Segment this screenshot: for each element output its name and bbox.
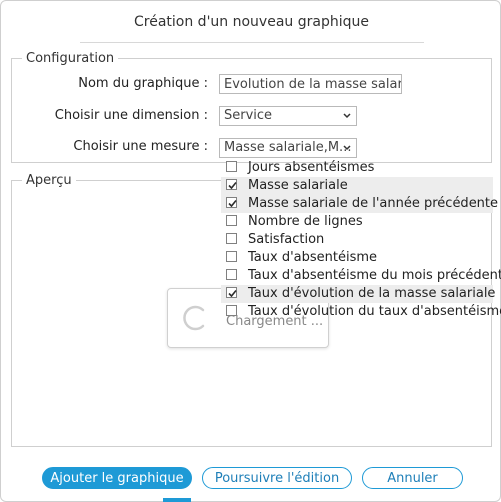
check-icon (228, 181, 237, 190)
loading-spinner-icon (183, 305, 205, 331)
dialog-title: Création d'un nouveau graphique (134, 14, 369, 30)
measure-select[interactable]: Masse salariale,M... (219, 138, 357, 158)
check-icon (228, 289, 237, 298)
measure-option-label: Satisfaction (248, 232, 325, 247)
measure-option[interactable]: Taux d'évolution du taux d'absentéisme (221, 303, 501, 321)
check-icon (228, 199, 237, 208)
dimension-select-value: Service (224, 108, 273, 123)
chart-name-input[interactable]: Evolution de la masse salaria (219, 74, 402, 94)
measure-option[interactable]: Nombre de lignes (221, 213, 493, 231)
create-chart-dialog: Création d'un nouveau graphique Configur… (0, 0, 501, 502)
measure-option-label: Taux d'évolution du taux d'absentéisme (248, 304, 501, 319)
measure-option[interactable]: Satisfaction (221, 231, 493, 249)
continue-editing-button[interactable]: Poursuivre l'édition (202, 467, 352, 489)
measure-option[interactable]: Taux d'absentéisme (221, 249, 493, 267)
chevron-down-icon (343, 145, 351, 151)
measure-option-label: Taux d'absentéisme (248, 250, 378, 265)
configuration-legend: Configuration (26, 51, 115, 66)
add-chart-button[interactable]: Ajouter le graphique (42, 467, 192, 489)
checkbox[interactable] (226, 233, 237, 244)
checkbox[interactable] (226, 269, 237, 280)
measure-option-label: Taux d'évolution de la masse salariale (248, 286, 496, 301)
checkbox[interactable] (226, 161, 237, 172)
measure-option-label: Masse salariale de l'année précédente (248, 196, 499, 211)
measure-label: Choisir une mesure : (73, 139, 208, 154)
dimension-label: Choisir une dimension : (54, 108, 208, 123)
measure-option-label: Nombre de lignes (248, 214, 363, 229)
measure-option-label: Masse salariale (248, 178, 348, 193)
measure-option[interactable]: Jours absentéismes (221, 159, 493, 177)
measure-option-label: Jours absentéismes (248, 160, 375, 175)
measure-dropdown: Jours absentéismes Masse salariale Masse… (221, 158, 501, 321)
preview-legend: Aperçu (26, 173, 72, 188)
measure-select-value: Masse salariale,M... (224, 140, 352, 155)
cancel-button[interactable]: Annuler (362, 467, 463, 489)
chevron-down-icon (343, 113, 351, 119)
checkbox[interactable] (226, 305, 237, 316)
chart-name-label: Nom du graphique : (78, 76, 208, 91)
measure-option[interactable]: Taux d'évolution de la masse salariale (221, 285, 496, 303)
checkbox[interactable] (226, 251, 237, 262)
checkbox[interactable] (226, 197, 237, 208)
measure-option[interactable]: Taux d'absentéisme du mois précédent (221, 267, 501, 285)
checkbox[interactable] (226, 179, 237, 190)
measure-option[interactable]: Masse salariale (221, 177, 493, 195)
checkbox[interactable] (226, 287, 237, 298)
bottom-tab-indicator (163, 498, 191, 502)
dimension-select[interactable]: Service (219, 106, 357, 126)
title-divider (80, 42, 424, 43)
measure-option-label: Taux d'absentéisme du mois précédent (248, 268, 501, 283)
checkbox[interactable] (226, 215, 237, 226)
measure-option[interactable]: Masse salariale de l'année précédente (221, 195, 498, 213)
